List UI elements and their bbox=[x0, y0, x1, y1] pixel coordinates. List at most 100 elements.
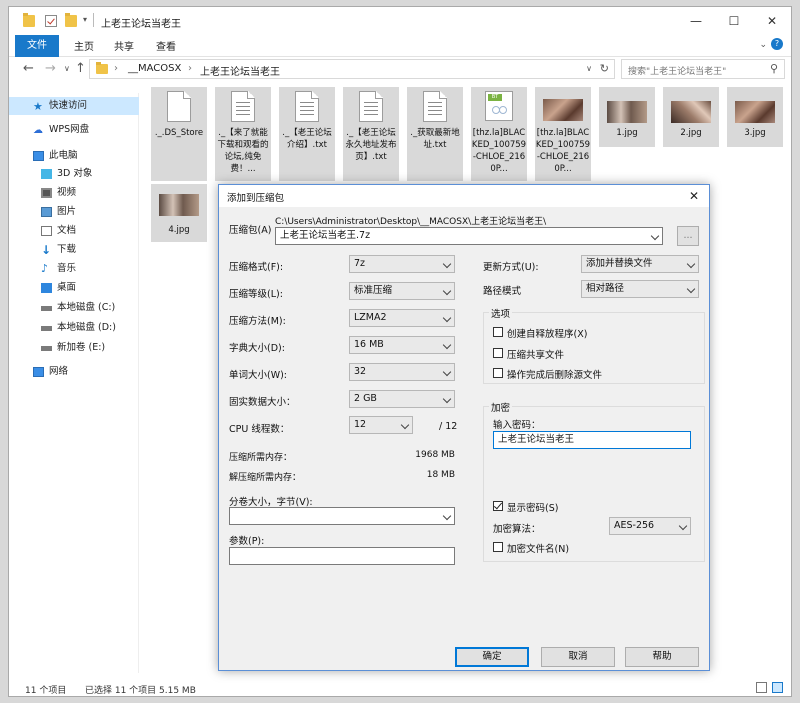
shared-files-label: 压缩共享文件 bbox=[507, 350, 565, 361]
text-file-icon bbox=[359, 91, 383, 122]
properties-icon[interactable] bbox=[45, 15, 57, 27]
file-item[interactable]: ._【来了就能下载和观看的论坛,纯免费！... bbox=[215, 87, 271, 181]
search-icon[interactable]: ⚲ bbox=[770, 62, 778, 75]
address-bar[interactable]: › __MACOSX › 上老王论坛当老王 ∨ ↻ bbox=[89, 59, 615, 79]
chevron-down-icon bbox=[442, 340, 452, 350]
file-item[interactable]: 2.jpg bbox=[663, 87, 719, 147]
update-mode-label: 更新方式(U): bbox=[483, 262, 539, 273]
file-item[interactable]: ._【老王论坛介绍】.txt bbox=[279, 87, 335, 181]
file-item[interactable]: 1.jpg bbox=[599, 87, 655, 147]
close-icon[interactable]: ✕ bbox=[683, 187, 705, 205]
download-icon: ↓ bbox=[41, 243, 52, 257]
parameters-input[interactable] bbox=[229, 547, 455, 565]
path-separator: › bbox=[114, 63, 118, 74]
chevron-down-icon bbox=[686, 284, 696, 294]
chevron-down-icon bbox=[442, 313, 452, 323]
encrypt-names-checkbox[interactable] bbox=[493, 542, 503, 552]
decompress-memory-label: 解压缩所需内存： bbox=[229, 473, 302, 483]
tab-share[interactable]: 共享 bbox=[105, 38, 143, 57]
sfx-checkbox[interactable] bbox=[493, 327, 503, 337]
new-folder-icon[interactable] bbox=[65, 13, 77, 27]
details-view-icon[interactable] bbox=[756, 682, 767, 693]
forward-arrow-icon[interactable]: → bbox=[45, 61, 56, 76]
encrypt-names-label: 加密文件名(N) bbox=[507, 544, 570, 555]
refresh-icon[interactable]: ↻ bbox=[600, 62, 609, 75]
word-size-select[interactable]: 32 bbox=[349, 363, 455, 381]
sidebar-item-this-pc[interactable]: 此电脑 bbox=[9, 147, 139, 165]
file-item[interactable]: ._.DS_Store bbox=[151, 87, 207, 181]
cloud-icon: ☁ bbox=[33, 125, 43, 136]
sidebar-item-quick-access[interactable]: ★ 快速访问 bbox=[9, 97, 139, 115]
options-title: 选项 bbox=[489, 306, 513, 320]
sidebar-item-network[interactable]: 网络 bbox=[9, 363, 139, 381]
maximize-icon[interactable]: ☐ bbox=[715, 7, 753, 35]
navigation-pane: ★ 快速访问 ☁ WPS网盘 此电脑 3D 对象 视频 图片 文档 ↓ 下载 ♪… bbox=[9, 93, 139, 673]
help-icon[interactable]: ? bbox=[771, 38, 783, 50]
search-box[interactable]: 搜索"上老王论坛当老王" ⚲ bbox=[621, 59, 785, 79]
update-mode-select[interactable]: 添加并替换文件 bbox=[581, 255, 699, 273]
folder-icon[interactable] bbox=[23, 13, 35, 27]
password-label: 输入密码： bbox=[493, 420, 541, 431]
shared-files-checkbox[interactable] bbox=[493, 348, 503, 358]
sidebar-item-drive-c[interactable]: 本地磁盘 (C:) bbox=[9, 299, 139, 317]
password-input[interactable]: 上老王论坛当老王 bbox=[493, 431, 691, 449]
ok-button[interactable]: 确定 bbox=[455, 647, 529, 667]
sidebar-item-pictures[interactable]: 图片 bbox=[9, 203, 139, 221]
recent-locations-icon[interactable]: ∨ bbox=[64, 64, 70, 73]
sidebar-item-documents[interactable]: 文档 bbox=[9, 222, 139, 240]
tab-home[interactable]: 主页 bbox=[65, 38, 103, 57]
desktop-icon bbox=[41, 283, 52, 293]
method-select[interactable]: LZMA2 bbox=[349, 309, 455, 327]
sidebar-item-downloads[interactable]: ↓ 下载 bbox=[9, 241, 139, 259]
torrent-file-icon: BT bbox=[485, 91, 513, 121]
dictionary-select[interactable]: 16 MB bbox=[349, 336, 455, 354]
cube-icon bbox=[41, 169, 52, 179]
sidebar-item-wps-cloud[interactable]: ☁ WPS网盘 bbox=[9, 121, 139, 139]
file-item[interactable]: ._获取最新地址.txt bbox=[407, 87, 463, 181]
help-button[interactable]: 帮助 bbox=[625, 647, 699, 667]
add-to-archive-dialog: 添加到压缩包 ✕ 压缩包(A) C:\Users\Administrator\D… bbox=[218, 184, 710, 671]
back-arrow-icon[interactable]: ← bbox=[23, 61, 34, 76]
text-file-icon bbox=[423, 91, 447, 122]
sidebar-item-drive-d[interactable]: 本地磁盘 (D:) bbox=[9, 319, 139, 337]
image-thumbnail bbox=[159, 194, 199, 216]
file-item[interactable]: BT [thz.la]BLACKED_100759-CHLOE_2160P... bbox=[471, 87, 527, 181]
show-password-checkbox[interactable] bbox=[493, 501, 503, 511]
sidebar-item-desktop[interactable]: 桌面 bbox=[9, 279, 139, 297]
sidebar-item-drive-e[interactable]: 新加卷 (E:) bbox=[9, 339, 139, 357]
address-dropdown-icon[interactable]: ∨ bbox=[586, 64, 592, 73]
format-select[interactable]: 7z bbox=[349, 255, 455, 273]
search-input[interactable]: 搜索"上老王论坛当老王" bbox=[628, 64, 726, 77]
delete-after-checkbox[interactable] bbox=[493, 368, 503, 378]
large-icons-view-icon[interactable] bbox=[772, 682, 783, 693]
file-item[interactable]: 4.jpg bbox=[151, 184, 207, 242]
breadcrumb-macosx[interactable]: __MACOSX bbox=[128, 63, 181, 74]
sidebar-item-music[interactable]: ♪ 音乐 bbox=[9, 260, 139, 278]
qat-dropdown-icon[interactable]: ▾ bbox=[83, 15, 87, 24]
path-mode-select[interactable]: 相对路径 bbox=[581, 280, 699, 298]
minimize-icon[interactable]: — bbox=[677, 7, 715, 35]
sidebar-item-3d-objects[interactable]: 3D 对象 bbox=[9, 165, 139, 183]
sidebar-item-videos[interactable]: 视频 bbox=[9, 184, 139, 202]
breadcrumb-current[interactable]: 上老王论坛当老王 bbox=[200, 63, 280, 78]
file-item[interactable]: 3.jpg bbox=[727, 87, 783, 147]
split-size-combo[interactable] bbox=[229, 507, 455, 525]
file-item[interactable]: [thz.la]BLACKED_100759-CHLOE_2160P... bbox=[535, 87, 591, 181]
up-arrow-icon[interactable]: ↑ bbox=[75, 61, 86, 76]
level-select[interactable]: 标准压缩 bbox=[349, 282, 455, 300]
archive-directory: C:\Users\Administrator\Desktop\__MACOSX\… bbox=[275, 217, 547, 227]
solid-size-select[interactable]: 2 GB bbox=[349, 390, 455, 408]
cpu-threads-select[interactable]: 12 bbox=[349, 416, 413, 434]
file-item[interactable]: ._【老王论坛永久地址发布页】.txt bbox=[343, 87, 399, 181]
browse-button[interactable]: ... bbox=[677, 226, 699, 246]
ribbon-expand-icon[interactable]: ⌄ bbox=[759, 40, 767, 50]
cancel-button[interactable]: 取消 bbox=[541, 647, 615, 667]
encryption-method-select[interactable]: AES-256 bbox=[609, 517, 691, 535]
chevron-down-icon bbox=[650, 231, 660, 241]
archive-name-combo[interactable]: 上老王论坛当老王.7z bbox=[275, 227, 663, 245]
folder-icon bbox=[96, 62, 108, 74]
chevron-down-icon bbox=[442, 394, 452, 404]
close-icon[interactable]: ✕ bbox=[753, 7, 791, 35]
tab-view[interactable]: 查看 bbox=[147, 38, 185, 57]
tab-file[interactable]: 文件 bbox=[15, 35, 59, 57]
